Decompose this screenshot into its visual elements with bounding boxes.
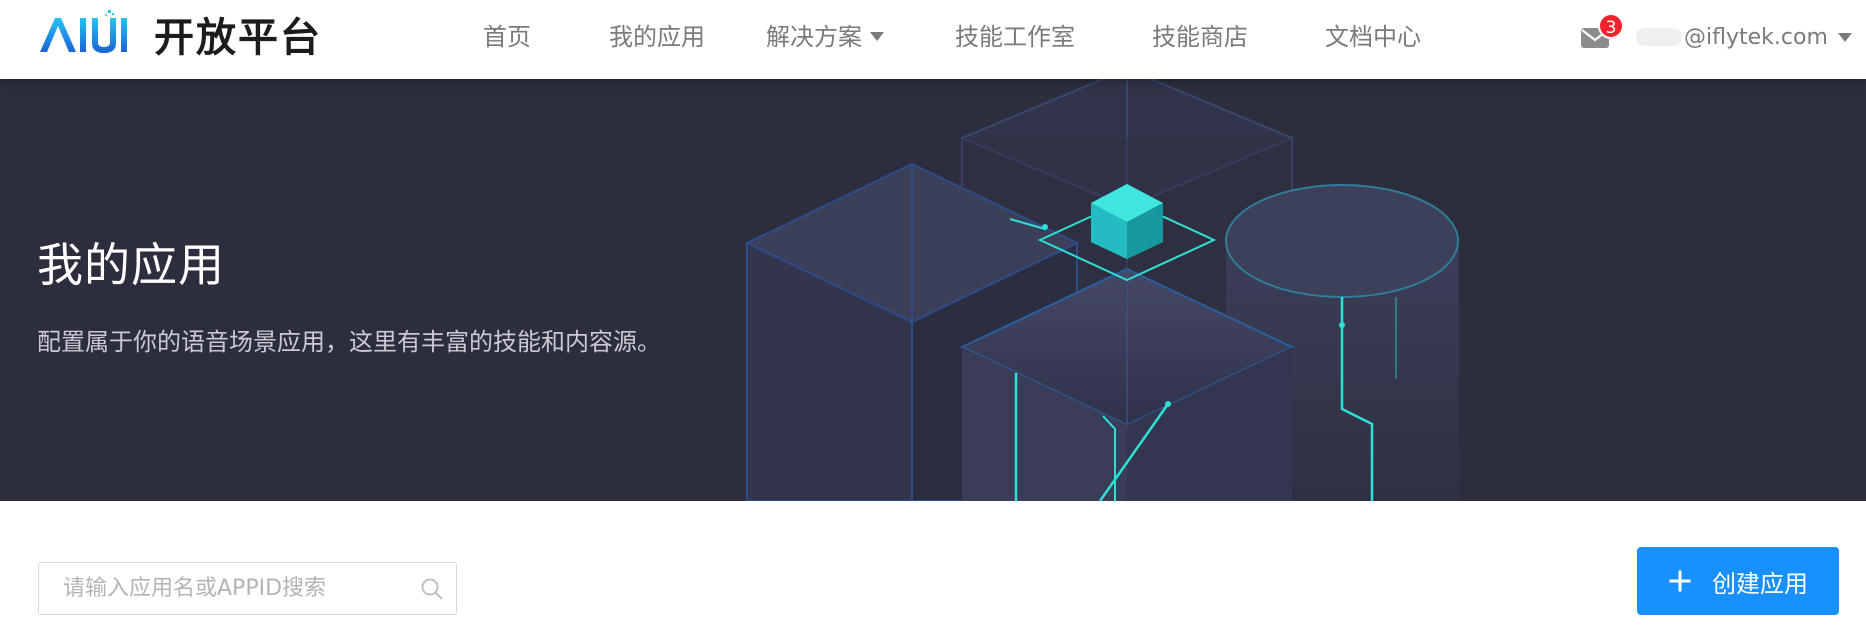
page-title: 我的应用 xyxy=(37,238,225,292)
user-email: @iflytek.com xyxy=(1684,24,1828,50)
notification-badge: 3 xyxy=(1598,13,1624,39)
search-box xyxy=(38,562,457,615)
hero-illustration xyxy=(744,79,1459,501)
nav-item-docs[interactable]: 文档中心 xyxy=(1325,20,1421,54)
nav-item-solutions-label: 解决方案 xyxy=(766,23,862,51)
masked-username xyxy=(1636,28,1682,46)
nav-item-skill-studio[interactable]: 技能工作室 xyxy=(955,20,1075,54)
hero-banner: 我的应用 配置属于你的语音场景应用，这里有丰富的技能和内容源。 xyxy=(0,79,1866,501)
caret-down-icon xyxy=(870,31,884,41)
page-description: 配置属于你的语音场景应用，这里有丰富的技能和内容源。 xyxy=(37,328,661,356)
logo-text: 开放平台 xyxy=(154,15,322,61)
nav-item-my-apps[interactable]: 我的应用 xyxy=(609,20,705,54)
search-input[interactable] xyxy=(39,563,399,614)
top-header: 开放平台 首页 我的应用 解决方案 技能工作室 技能商店 文档中心 3 @ifl… xyxy=(0,0,1866,79)
nav-item-home[interactable]: 首页 xyxy=(483,20,531,54)
search-icon[interactable] xyxy=(420,577,444,601)
aiui-logo-mark xyxy=(40,10,127,53)
logo[interactable]: 开放平台 xyxy=(38,8,322,61)
user-menu[interactable]: @iflytek.com xyxy=(1636,20,1852,54)
plus-icon xyxy=(1669,570,1691,592)
caret-down-icon xyxy=(1837,32,1852,42)
nav-item-skill-store[interactable]: 技能商店 xyxy=(1152,20,1248,54)
nav-item-solutions[interactable]: 解决方案 xyxy=(766,20,884,54)
create-app-button[interactable]: 创建应用 xyxy=(1637,547,1839,615)
create-app-label: 创建应用 xyxy=(1712,569,1808,598)
